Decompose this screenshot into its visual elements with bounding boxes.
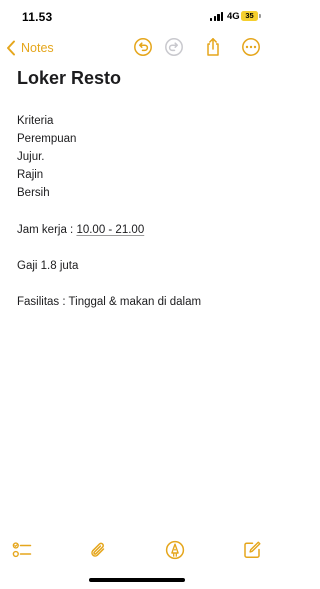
share-button[interactable] — [203, 37, 223, 57]
cellular-signal-icon — [210, 12, 224, 21]
battery-nub — [259, 14, 261, 18]
chevron-left-icon — [7, 40, 15, 56]
navigation-bar: Notes — [0, 34, 272, 62]
note-line-jujur: Jujur. — [17, 151, 45, 163]
home-indicator[interactable] — [89, 578, 185, 582]
paperclip-icon — [91, 542, 105, 557]
back-label: Notes — [21, 41, 54, 55]
markup-pen-icon — [165, 540, 185, 560]
bottom-toolbar — [0, 538, 272, 562]
status-bar: 11.53 4G 35 — [0, 0, 272, 34]
undo-button[interactable] — [133, 37, 153, 57]
markup-button[interactable] — [165, 540, 185, 560]
note-title[interactable]: Loker Resto — [17, 66, 262, 90]
note-line-fasilitas: Fasilitas : Tinggal & makan di dalam — [17, 296, 202, 308]
status-time: 11.53 — [22, 10, 53, 24]
back-button[interactable]: Notes — [6, 37, 54, 59]
note-line-gaji: Gaji 1.8 juta — [17, 260, 79, 272]
attachment-button[interactable] — [88, 540, 108, 560]
checklist-button[interactable] — [12, 540, 32, 560]
compose-icon — [244, 541, 261, 558]
undo-icon — [134, 38, 152, 56]
share-icon — [207, 38, 219, 56]
note-line-jam-kerja: Jam kerja : 10.00 - 21.00 — [17, 223, 144, 237]
note-line-rajin: Rajin — [17, 169, 44, 181]
checklist-icon — [12, 542, 32, 558]
redo-button[interactable] — [164, 37, 184, 57]
jam-kerja-value[interactable]: 10.00 - 21.00 — [76, 224, 144, 236]
note-line-bersih: Bersih — [17, 187, 50, 199]
note-line-kriteria: Kriteria — [17, 115, 54, 127]
compose-button[interactable] — [242, 540, 262, 560]
more-button[interactable] — [241, 37, 261, 57]
more-icon — [242, 38, 260, 56]
note-body[interactable]: Loker Resto — [17, 66, 262, 90]
network-type: 4G — [227, 11, 240, 22]
redo-icon — [165, 38, 183, 56]
battery-icon: 35 — [241, 11, 258, 21]
note-line-perempuan: Perempuan — [17, 133, 77, 145]
jam-kerja-label: Jam kerja : — [17, 224, 77, 236]
